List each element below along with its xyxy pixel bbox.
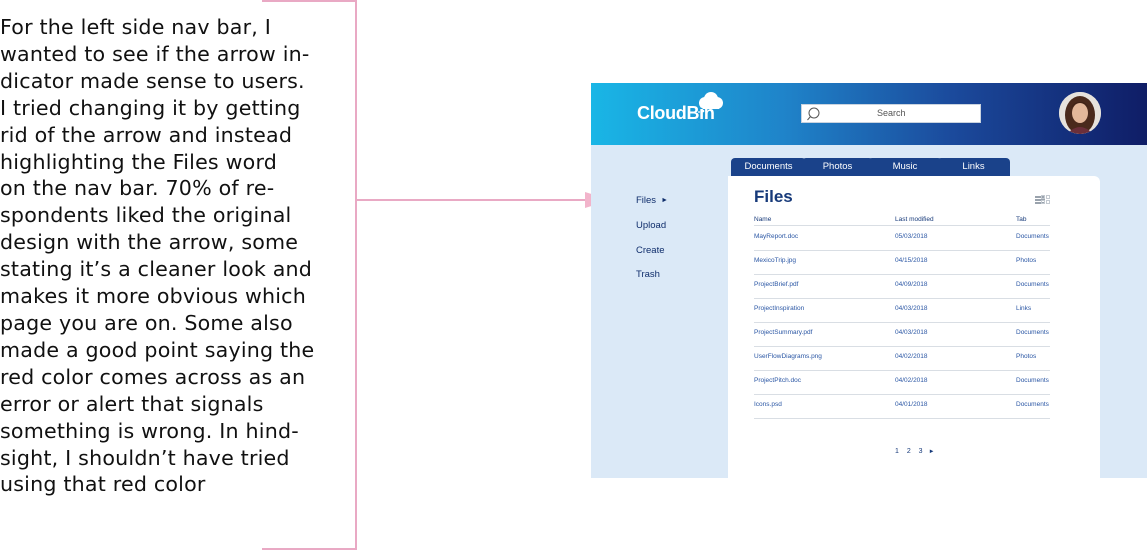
table-row[interactable]: MayReport.doc 05/03/2018 Documents	[754, 226, 1050, 251]
file-modified: 04/09/2018	[895, 281, 928, 288]
annotation-line: wanted to see if the arrow in-	[0, 41, 310, 66]
annotation-line: red color comes across as an	[0, 364, 306, 389]
file-name[interactable]: ProjectInspiration	[754, 305, 804, 312]
annotation-line: on the nav bar. 70% of re-	[0, 176, 275, 201]
sidebar-item-label: Trash	[636, 269, 660, 280]
table-row[interactable]: UserFlowDiagrams.png 04/02/2018 Photos	[754, 346, 1050, 371]
files-panel: Files Name Last modified Tab MayReport.d…	[728, 176, 1100, 478]
file-tab[interactable]: Documents	[1016, 377, 1049, 384]
file-modified: 05/03/2018	[895, 233, 928, 240]
annotation-line: using that red color	[0, 472, 206, 497]
avatar[interactable]	[1059, 92, 1101, 134]
table-row[interactable]: ProjectInspiration 04/03/2018 Links	[754, 298, 1050, 323]
annotation-line: page you are on. Some also	[0, 310, 293, 335]
table-row[interactable]: Icons.psd 04/01/2018 Documents	[754, 394, 1050, 419]
column-header-name[interactable]: Name	[754, 216, 771, 223]
search-placeholder: Search	[877, 108, 906, 118]
search-icon	[807, 107, 820, 121]
annotation-line: highlighting the Files word	[0, 149, 278, 174]
sidebar-item-label: Files	[636, 195, 657, 206]
file-modified: 04/02/2018	[895, 377, 928, 384]
annotation-text: For the left side nav bar, I wanted to s…	[0, 14, 356, 498]
file-modified: 04/02/2018	[895, 353, 928, 360]
tab-documents[interactable]: Documents	[731, 158, 806, 176]
sidebar-item-create[interactable]: Create	[636, 245, 665, 256]
next-page-icon[interactable]: ►	[929, 449, 935, 455]
annotation-line: design with the arrow, some	[0, 230, 299, 255]
cloud-icon	[698, 92, 723, 113]
file-name[interactable]: Icons.psd	[754, 401, 782, 408]
file-tab[interactable]: Documents	[1016, 329, 1049, 336]
annotation-line: dicator made sense to users.	[0, 68, 305, 93]
sidebar-item-label: Upload	[636, 220, 667, 231]
search-input[interactable]: Search	[801, 104, 981, 123]
annotation-line: makes it more obvious which	[0, 284, 306, 309]
file-name[interactable]: ProjectBrief.pdf	[754, 281, 798, 288]
file-tab[interactable]: Documents	[1016, 281, 1049, 288]
file-tab[interactable]: Documents	[1016, 233, 1049, 240]
tab-links[interactable]: Links	[937, 158, 1010, 176]
page-title: Files	[754, 187, 793, 206]
file-modified: 04/03/2018	[895, 305, 928, 312]
pagination: 1 2 3 ►	[895, 448, 935, 455]
file-modified: 04/01/2018	[895, 401, 928, 408]
bracket-vertical-line	[355, 0, 357, 550]
sidebar-item-upload[interactable]: Upload	[636, 220, 666, 231]
annotation-line: sight, I shouldn’t have tried	[0, 445, 290, 470]
annotation-line: I tried changing it by getting	[0, 95, 301, 120]
column-header-last-modified[interactable]: Last modified	[895, 216, 934, 223]
annotation-line: For the left side nav bar, I	[0, 15, 272, 39]
tab-music[interactable]: Music	[868, 158, 942, 176]
annotation-line: rid of the arrow and instead	[0, 122, 293, 147]
file-modified: 04/15/2018	[895, 257, 928, 264]
file-tab[interactable]: Photos	[1016, 353, 1036, 360]
app-mockup: CloudBin Search Documents Photos Music L…	[591, 83, 1147, 478]
table-row[interactable]: ProjectPitch.doc 04/02/2018 Documents	[754, 370, 1050, 395]
sidebar-item-files[interactable]: Files ►	[636, 195, 668, 206]
bracket-bottom-line	[262, 548, 356, 550]
file-name[interactable]: ProjectPitch.doc	[754, 377, 801, 384]
bracket-top-line	[262, 0, 356, 2]
connector-line	[357, 199, 587, 201]
file-tab[interactable]: Links	[1016, 305, 1031, 312]
column-header-tab[interactable]: Tab	[1016, 216, 1026, 223]
file-name[interactable]: MexicoTrip.jpg	[754, 257, 796, 264]
file-tab[interactable]: Photos	[1016, 257, 1036, 264]
tab-photos[interactable]: Photos	[802, 158, 873, 176]
annotation-line: made a good point saying the	[0, 337, 315, 362]
file-name[interactable]: ProjectSummary.pdf	[754, 329, 812, 336]
file-modified: 04/03/2018	[895, 329, 928, 336]
file-tab[interactable]: Documents	[1016, 401, 1049, 408]
avatar-photo	[1059, 92, 1101, 134]
file-name[interactable]: MayReport.doc	[754, 233, 798, 240]
annotation-line: error or alert that signals	[0, 391, 264, 416]
sidebar-item-label: Create	[636, 245, 665, 256]
annotation-line: spondents liked the original	[0, 203, 292, 228]
table-row[interactable]: MexicoTrip.jpg 04/15/2018 Photos	[754, 250, 1050, 275]
grid-view-icon[interactable]	[1041, 195, 1052, 205]
table-row[interactable]: ProjectSummary.pdf 04/03/2018 Documents	[754, 322, 1050, 347]
app-header: CloudBin Search	[591, 83, 1147, 145]
table-row[interactable]: ProjectBrief.pdf 04/09/2018 Documents	[754, 274, 1050, 299]
annotation-line: stating it’s a cleaner look and	[0, 257, 313, 282]
pagination-pages[interactable]: 1 2 3	[895, 448, 926, 455]
annotation-line: something is wrong. In hind-	[0, 418, 299, 443]
file-name[interactable]: UserFlowDiagrams.png	[754, 353, 822, 360]
arrow-indicator-icon: ►	[661, 197, 668, 204]
sidebar-item-trash[interactable]: Trash	[636, 269, 660, 280]
